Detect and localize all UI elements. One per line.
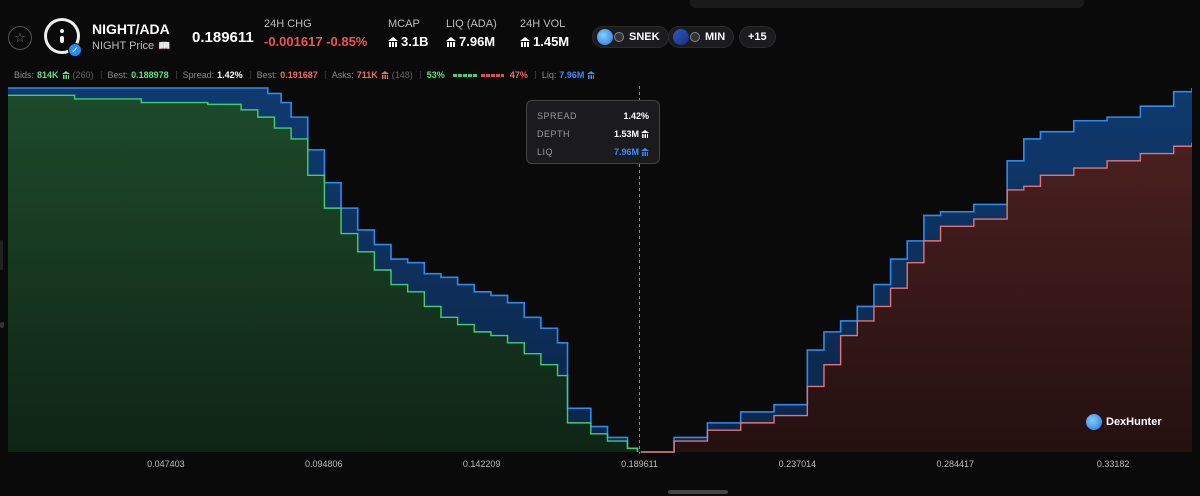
divider: [249, 71, 251, 79]
bottom-scroll-handle[interactable]: [668, 490, 728, 494]
tooltip-spread-label: SPREAD: [537, 111, 578, 121]
tooltip-liq-wrap: 7.96M: [614, 147, 649, 157]
tooltip-liq-value: 7.96M: [613, 147, 639, 157]
tooltip-liq-label: LIQ: [537, 147, 554, 157]
stat-value: -0.001617 -0.85%: [264, 34, 368, 49]
pair-subtitle[interactable]: NIGHT Price 📖: [92, 40, 171, 52]
dexhunter-watermark: DexHunter: [1086, 414, 1162, 430]
tooltip-row-spread: SPREAD 1.42%: [537, 107, 649, 125]
x-axis-ticks: 0.047403 0.094806 0.142209 0.189611 0.237014…: [0, 459, 1200, 471]
ratio-bid-segment: [452, 73, 479, 77]
book-icon[interactable]: 📖: [158, 41, 170, 52]
ada-mini-icon: [614, 32, 624, 42]
stat-liq: LIQ (ADA) 7.96M: [446, 18, 497, 49]
left-panel-handle[interactable]: [0, 240, 3, 270]
pair-name: NIGHT/ADA: [92, 21, 170, 37]
best-ask-label: Best:: [256, 70, 278, 80]
x-tick-label: 0.237014: [778, 459, 817, 469]
ada-bank-icon: [587, 71, 596, 79]
best-ask-value: 0.191687: [280, 70, 318, 80]
stat-label: 24H VOL: [520, 18, 566, 30]
bid-percent: 53%: [426, 70, 445, 80]
tooltip-depth-value: 1.53M: [613, 129, 639, 139]
stat-label: 24H CHG: [264, 18, 312, 30]
best-bid-value: 0.188978: [131, 70, 169, 80]
verified-check-icon: ✓: [68, 43, 82, 57]
ada-mini-icon: [690, 32, 700, 42]
bid-ask-ratio-bar: [452, 73, 507, 77]
tooltip-row-liq: LIQ 7.96M: [537, 143, 649, 161]
stat-value: 7.96M: [459, 34, 496, 49]
ratio-ask-segment: [481, 73, 504, 77]
dexhunter-logo-icon: [1086, 414, 1102, 430]
chip-more[interactable]: +15: [739, 26, 776, 48]
divider: [324, 71, 326, 79]
pair-subtitle-text: NIGHT Price: [92, 40, 155, 52]
ask-percent: 47%: [509, 70, 528, 80]
stat-value-wrap: 7.96M: [446, 34, 497, 49]
stat-value-wrap: 1.45M: [520, 34, 569, 49]
best-bid-label: Best:: [107, 70, 129, 80]
spread-label: Spread:: [182, 70, 215, 80]
snek-token-icon: [597, 29, 613, 45]
divider: [534, 71, 536, 79]
chip-label: MIN: [705, 31, 726, 43]
asks-count: (148): [391, 70, 413, 80]
stat-value: 3.1B: [401, 34, 429, 49]
depth-tooltip: SPREAD 1.42% DEPTH 1.53M LIQ 7.96M: [526, 100, 660, 164]
stat-24h-change: 24H CHG -0.001617 -0.85%: [264, 18, 367, 49]
tooltip-depth-wrap: 1.53M: [614, 129, 649, 139]
spread-value: 1.42%: [217, 70, 243, 80]
ada-bank-icon: [520, 36, 530, 47]
divider: [419, 71, 421, 79]
x-tick-label: 0.284417: [936, 459, 975, 469]
bids-value: 814K: [37, 70, 59, 80]
stat-value: 1.45M: [533, 34, 570, 49]
tooltip-row-depth: DEPTH 1.53M: [537, 125, 649, 143]
x-tick-label: 0.33182: [1096, 459, 1130, 469]
bids-label: Bids:: [14, 70, 35, 80]
stat-label: MCAP: [388, 18, 420, 30]
ada-bank-icon: [641, 148, 649, 156]
left-panel-dot: [0, 322, 4, 328]
ada-bank-icon: [388, 36, 398, 47]
min-token-icon: [673, 29, 689, 45]
chip-min[interactable]: MIN: [668, 26, 735, 48]
chip-label: +15: [748, 31, 767, 43]
asks-value: 711K: [356, 70, 378, 80]
ada-bank-icon: [446, 36, 456, 47]
header: ☆ ✓ NIGHT/ADA NIGHT Price 📖 0.189611 24H…: [0, 10, 1200, 58]
orderbook-statbar: Bids: 814K (260) Best: 0.188978 Spread: …: [0, 68, 1200, 82]
tooltip-depth-label: DEPTH: [537, 129, 571, 139]
ada-bank-icon: [641, 130, 649, 138]
tooltip-spread-value: 1.42%: [623, 111, 649, 121]
chip-label: SNEK: [629, 31, 660, 43]
x-tick-label: 0.094806: [304, 459, 343, 469]
asks-label: Asks:: [331, 70, 354, 80]
divider: [175, 71, 177, 79]
liq-value: 7.96M: [559, 70, 585, 80]
chip-snek[interactable]: SNEK: [592, 26, 669, 48]
top-search-bar[interactable]: [690, 0, 1084, 8]
stat-24h-vol: 24H VOL 1.45M: [520, 18, 569, 49]
stat-value-wrap: 3.1B: [388, 34, 428, 49]
current-price: 0.189611: [192, 29, 254, 46]
stat-label: LIQ (ADA): [446, 18, 497, 30]
divider: [100, 71, 102, 79]
liq-label: Liq:: [541, 70, 557, 80]
favorite-star-icon[interactable]: ☆: [8, 26, 32, 50]
stat-mcap: MCAP 3.1B: [388, 18, 428, 49]
asks-depth-area: [640, 142, 1192, 452]
bids-count: (260): [72, 70, 94, 80]
x-tick-label: 0.047403: [147, 459, 185, 469]
x-tick-label: 0.189611: [621, 459, 658, 469]
brand-label: DexHunter: [1106, 416, 1162, 428]
x-tick-label: 0.142209: [462, 459, 501, 469]
ada-bank-icon: [380, 71, 389, 79]
ada-bank-icon: [61, 71, 70, 79]
